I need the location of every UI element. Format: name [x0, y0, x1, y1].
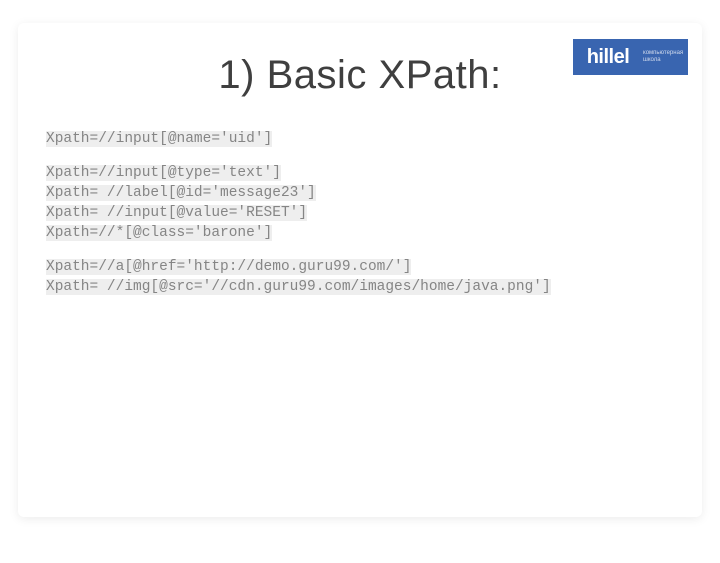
logo-subtitle: компьютерная школа [643, 39, 688, 75]
code-text: Xpath= //img[@src='//cdn.guru99.com/imag… [46, 279, 551, 295]
code-line: Xpath=//*[@class='barone'] [46, 223, 674, 243]
code-line: Xpath=//a[@href='http://demo.guru99.com/… [46, 257, 674, 277]
slide-card: 1) Basic XPath: hillel компьютерная школ… [18, 23, 702, 517]
code-line: Xpath=//input[@name='uid'] [46, 129, 674, 149]
code-line: Xpath=//input[@type='text'] [46, 163, 674, 183]
logo-sub-line1: компьютерная [643, 50, 685, 57]
logo-sub-line2: школа [643, 57, 685, 64]
code-line: Xpath= //img[@src='//cdn.guru99.com/imag… [46, 277, 674, 297]
logo-text: hillel [573, 39, 643, 75]
code-text: Xpath= //label[@id='message23'] [46, 185, 316, 201]
code-text: Xpath=//input[@type='text'] [46, 165, 281, 181]
code-line: Xpath= //label[@id='message23'] [46, 183, 674, 203]
code-block-2: Xpath=//input[@type='text'] Xpath= //lab… [46, 163, 674, 243]
code-line: Xpath= //input[@value='RESET'] [46, 203, 674, 223]
code-text: Xpath= //input[@value='RESET'] [46, 205, 307, 221]
code-text: Xpath=//*[@class='barone'] [46, 225, 272, 241]
code-block-3: Xpath=//a[@href='http://demo.guru99.com/… [46, 257, 674, 297]
code-text: Xpath=//a[@href='http://demo.guru99.com/… [46, 259, 411, 275]
code-block-1: Xpath=//input[@name='uid'] [46, 129, 674, 149]
code-content: Xpath=//input[@name='uid'] Xpath=//input… [46, 129, 674, 301]
brand-logo: hillel компьютерная школа [573, 39, 688, 75]
code-text: Xpath=//input[@name='uid'] [46, 131, 272, 147]
